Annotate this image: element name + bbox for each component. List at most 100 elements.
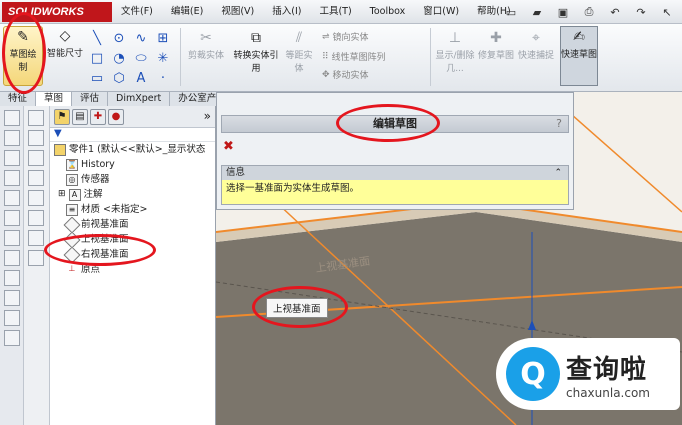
tool-icon[interactable] (28, 110, 44, 126)
line-icon[interactable]: ╲ (86, 28, 108, 48)
view-icon[interactable] (4, 130, 20, 146)
menu-view[interactable]: 视图(V) (212, 0, 263, 24)
help-icon[interactable]: ? (556, 116, 562, 132)
new-icon[interactable]: ▭ (500, 3, 522, 21)
collapse-icon[interactable]: ⌃ (554, 166, 562, 180)
view-icon[interactable] (4, 190, 20, 206)
show-delete-button[interactable]: ⊥ 显示/删除几... (434, 28, 476, 74)
menu-file[interactable]: 文件(F) (112, 0, 162, 24)
view-icon[interactable] (4, 210, 20, 226)
tree-item-front-plane[interactable]: 前视基准面 (54, 217, 215, 232)
mirror-icon: ⇌ (322, 31, 330, 42)
sketch-button[interactable]: ✎ 草图绘制 (3, 26, 43, 86)
tree-item-right-plane[interactable]: 右视基准面 (54, 247, 215, 262)
star-icon[interactable]: ✳ (152, 48, 174, 68)
tool-icon[interactable] (28, 130, 44, 146)
linear-pattern-button[interactable]: ⠿ 线性草图阵列 (322, 50, 386, 64)
pattern-icon[interactable]: ⊞ (152, 28, 174, 48)
mirror-button[interactable]: ⇌ 镜向实体 (322, 30, 369, 44)
command-tabs: 特征 草图 评估 DimXpert 办公室产品 (0, 92, 235, 106)
repair-label: 修复草图 (478, 51, 515, 61)
tree-item-origin[interactable]: ⊥ 原点 (54, 262, 215, 277)
command-manager: ✎ 草图绘制 ◇ 智能尺寸 ╲ ⊙ ∿ ⊞ □ ◔ ⬭ ✳ ▭ ⬡ A · ✂ … (0, 24, 682, 92)
plane-icon (63, 232, 81, 247)
snap-button[interactable]: ⌖ 快速捕捉 (518, 28, 554, 61)
title-bar: SOLIDWORKS 文件(F) 编辑(E) 视图(V) 插入(I) 工具(T)… (0, 0, 682, 24)
view-icon[interactable] (4, 310, 20, 326)
tool-icon[interactable] (28, 150, 44, 166)
redo-icon[interactable]: ↷ (630, 3, 652, 21)
tree-item-history[interactable]: ⌛ History (54, 157, 215, 172)
view-icon[interactable] (4, 170, 20, 186)
filter-icon[interactable]: ▼ (50, 128, 215, 142)
select-icon[interactable]: ↖ (656, 3, 678, 21)
expand-icon[interactable]: » (204, 109, 211, 124)
trim-label: 剪裁实体 (187, 51, 224, 61)
tree-root[interactable]: 零件1 (默认<<默认>_显示状态 (54, 142, 215, 157)
polygon-icon[interactable]: ⬡ (108, 68, 130, 88)
feature-tree-icon[interactable]: ⚑ (54, 109, 70, 125)
arc-icon[interactable]: ◔ (108, 48, 130, 68)
smart-dimension-button[interactable]: ◇ 智能尺寸 (46, 26, 84, 59)
view-icon[interactable] (4, 110, 20, 126)
config-icon[interactable]: ✚ (90, 109, 106, 125)
tree-item-material[interactable]: ≡ 材质 <未指定> (54, 202, 215, 217)
tool-icon[interactable] (28, 230, 44, 246)
tab-features[interactable]: 特征 (0, 92, 37, 106)
view-icon[interactable] (4, 230, 20, 246)
tree-item-sensors[interactable]: ◎ 传感器 (54, 172, 215, 187)
offset-button[interactable]: ⫽ 等距实体 (284, 28, 314, 74)
expand-plus-icon[interactable]: ⊞ (58, 187, 66, 202)
print-icon[interactable]: ⎙ (578, 3, 600, 21)
quick-sketch-button[interactable]: ✍ 快速草图 (560, 26, 598, 86)
view-icon[interactable] (4, 330, 20, 346)
view-icon[interactable] (4, 290, 20, 306)
undo-icon[interactable]: ↶ (604, 3, 626, 21)
origin-icon: ⊥ (68, 263, 76, 273)
slot-icon[interactable]: ▭ (86, 68, 108, 88)
tree-item-label: 材质 <未指定> (81, 204, 148, 215)
view-icon[interactable] (4, 150, 20, 166)
rectangle-icon[interactable]: □ (86, 48, 108, 68)
tab-evaluate[interactable]: 评估 (72, 92, 109, 106)
tree-item-annotations[interactable]: ⊞ A 注解 (54, 187, 215, 202)
snap-icon: ⌖ (532, 30, 540, 46)
menu-tools[interactable]: 工具(T) (310, 0, 360, 24)
tool-icon[interactable] (28, 170, 44, 186)
menu-insert[interactable]: 插入(I) (263, 0, 310, 24)
tree-item-top-plane[interactable]: 上视基准面 (54, 232, 215, 247)
property-title: 编辑草图 (373, 117, 417, 130)
spline-icon[interactable]: ∿ (130, 28, 152, 48)
open-icon[interactable]: ▰ (526, 3, 548, 21)
tool-icon[interactable] (28, 250, 44, 266)
view-icon[interactable] (4, 270, 20, 286)
menu-toolbox[interactable]: Toolbox (361, 0, 415, 24)
move-label: 移动实体 (332, 71, 369, 81)
menu-bar: 文件(F) 编辑(E) 视图(V) 插入(I) 工具(T) Toolbox 窗口… (112, 0, 520, 24)
text-icon[interactable]: A (130, 68, 152, 88)
tool-icon[interactable] (28, 190, 44, 206)
display-icon[interactable]: ● (108, 109, 124, 125)
tab-dimxpert[interactable]: DimXpert (108, 92, 171, 106)
view-icon[interactable] (4, 250, 20, 266)
plane-callout[interactable]: 上视基准面 (266, 298, 328, 318)
point-icon[interactable]: · (152, 68, 174, 88)
tree-root-label: 零件1 (默认<<默认>_显示状态 (69, 144, 206, 155)
ellipse-icon[interactable]: ⬭ (130, 48, 152, 68)
circle-icon[interactable]: ⊙ (108, 28, 130, 48)
info-header[interactable]: 信息 ⌃ (222, 166, 568, 180)
convert-button[interactable]: ⧉ 转换实体引用 (232, 28, 280, 74)
property-icon[interactable]: ▤ (72, 109, 88, 125)
repair-button[interactable]: ✚ 修复草图 (478, 28, 514, 61)
tab-sketch[interactable]: 草图 (36, 92, 73, 106)
close-icon[interactable]: ✖ (223, 139, 234, 154)
move-button[interactable]: ✥ 移动实体 (322, 68, 369, 82)
tool-icon[interactable] (28, 210, 44, 226)
trim-button[interactable]: ✂ 剪裁实体 (186, 28, 226, 61)
annotation-icon: A (68, 188, 81, 201)
save-icon[interactable]: ▣ (552, 3, 574, 21)
part-icon (54, 143, 66, 156)
menu-edit[interactable]: 编辑(E) (162, 0, 212, 24)
menu-window[interactable]: 窗口(W) (414, 0, 468, 24)
info-title: 信息 (226, 167, 246, 178)
